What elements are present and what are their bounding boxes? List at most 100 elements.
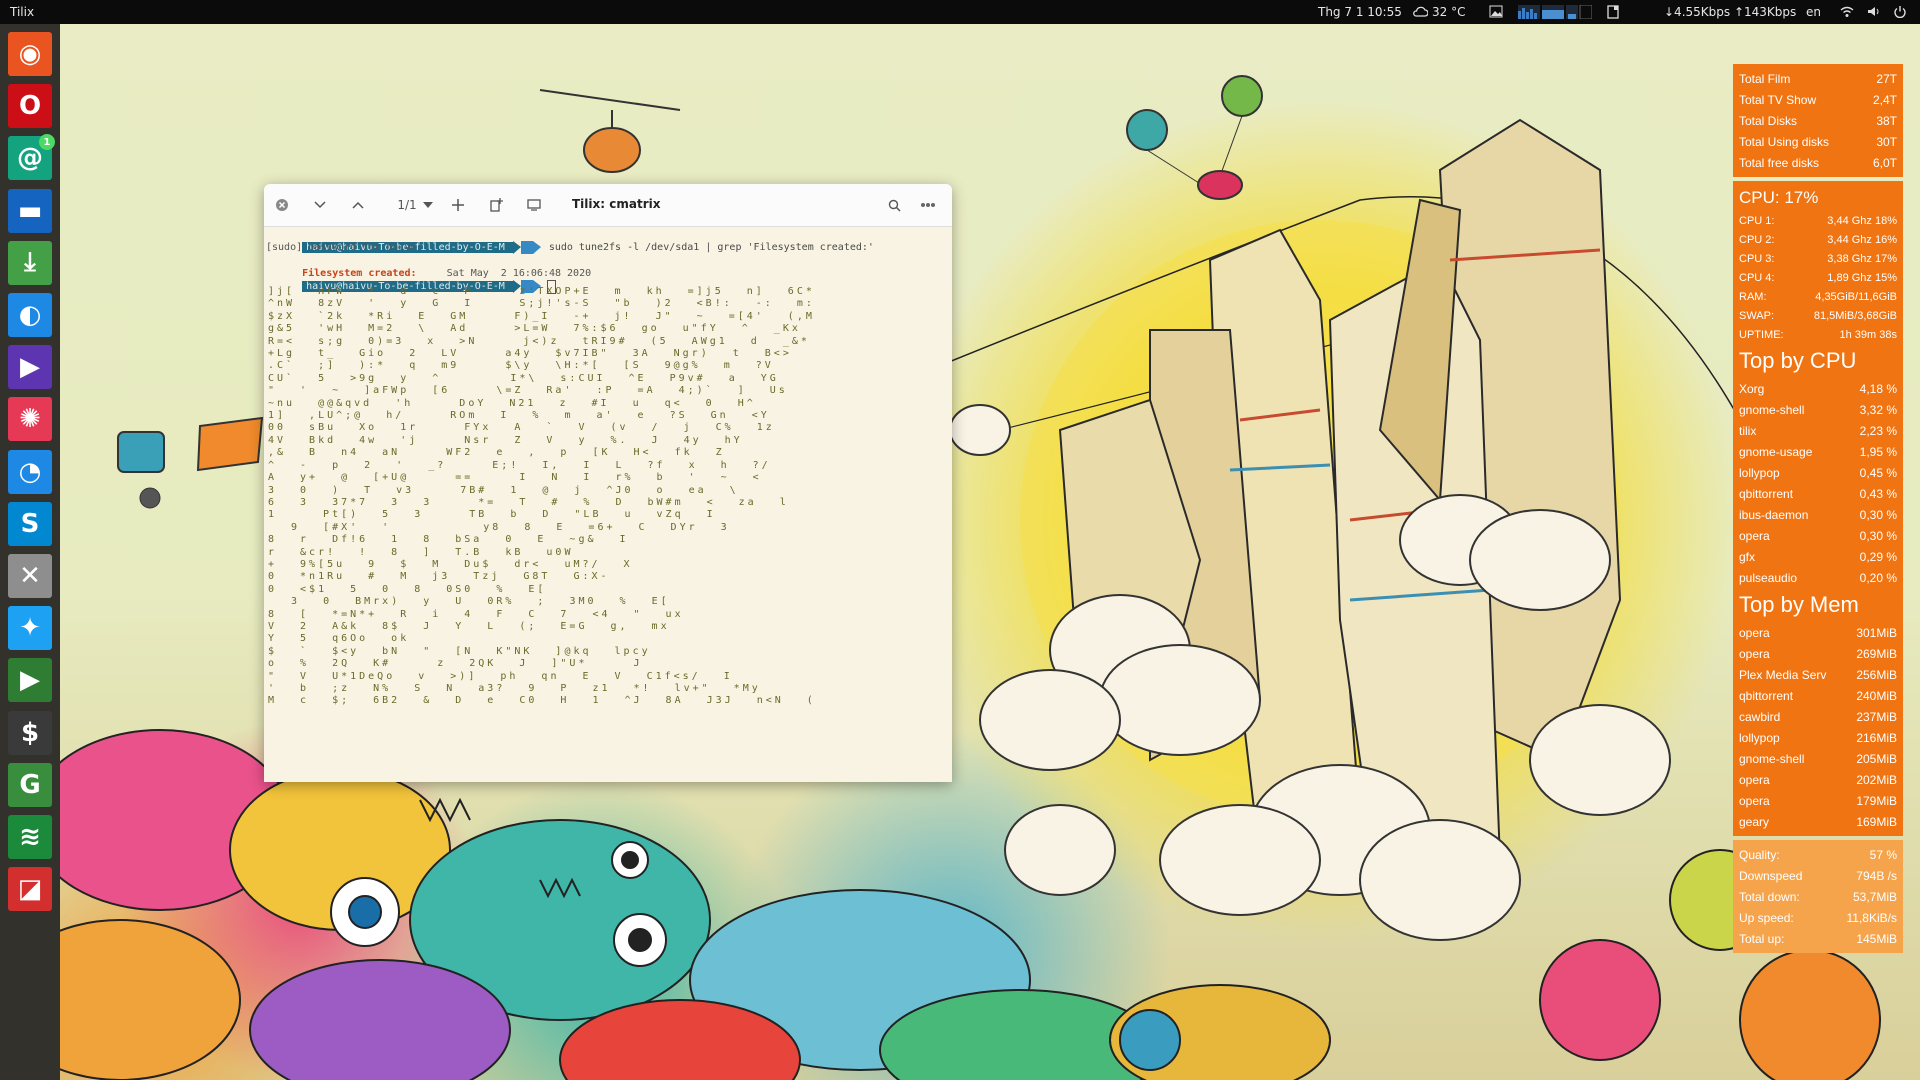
top-mem-row: cawbird 237MiB [1739,706,1897,727]
dock-skype[interactable]: S [8,501,52,546]
top-mem-row: opera 269MiB [1739,643,1897,664]
top-mem-row: opera 301MiB [1739,622,1897,643]
green-app-icon: G [19,769,41,800]
cpu-core-row-label: CPU 3: [1739,252,1775,265]
top-mem-row-label: gnome-shell [1739,751,1805,766]
disk-row-value: 27T [1876,71,1897,86]
disk-row-label: Total TV Show [1739,92,1817,107]
close-icon[interactable] [272,196,292,214]
top-cpu-row-label: ibus-daemon [1739,507,1809,522]
top-cpu-row-label: tilix [1739,423,1757,438]
sys-stat-row: RAM: 4,35GiB/11,6GiB [1739,287,1897,306]
top-cpu-row-label: gnome-shell [1739,402,1805,417]
session-switcher[interactable]: 1/1 [390,196,440,214]
top-cpu-row-label: gnome-usage [1739,444,1813,459]
top-cpu-row-label: lollypop [1739,465,1780,480]
top-cpu-row: gnome-usage 1,95 % [1739,441,1897,462]
network-panel: Quality: 57 % Downspeed 794B /s Total down: 5… [1733,840,1903,953]
top-cpu-row-label: qbittorrent [1739,486,1794,501]
dock-files[interactable]: ▬ [8,188,52,233]
top-cpu-row: pulseaudio 0,20 % [1739,567,1897,588]
dock-pinwheel-app[interactable]: ✺ [8,397,52,442]
top-mem-row-label: Plex Media Serv [1739,667,1827,682]
disk-row: Total Film 27T [1739,68,1897,89]
dock-twitter[interactable]: ✦ [8,606,52,651]
dock-ubuntu-software[interactable]: ◉ [8,32,52,76]
cpu-core-row: CPU 4: 1,89 Ghz 15% [1739,268,1897,287]
image-viewer-icon[interactable] [1489,5,1503,18]
command-text: sudo tune2fs -l /dev/sda1 | grep 'Filesy… [548,242,874,253]
sys-stat-row: UPTIME: 1h 39m 38s [1739,325,1897,344]
top-mem-row-label: opera [1739,772,1770,787]
top-mem-row-value: 216MiB [1856,730,1897,745]
keyboard-layout[interactable]: en [1806,5,1821,19]
clipboard-icon[interactable] [1607,5,1621,19]
dock-media-player[interactable]: ▶ [8,345,52,390]
network-row: Total up: 145MiB [1739,928,1897,949]
add-session-icon[interactable] [448,196,468,214]
conky-system-monitor: Total Film 27T Total TV Show 2,4T Total Disk… [1733,64,1903,957]
network-row-label: Total up: [1739,931,1785,946]
volume-icon[interactable] [1866,5,1880,18]
red-app-icon: ◪ [17,874,43,905]
chevron-down-icon[interactable] [310,196,330,214]
top-cpu-row-value: 0,29 % [1859,549,1897,564]
network-row-label: Total down: [1739,889,1800,904]
top-mem-row-value: 237MiB [1856,709,1897,724]
top-mem-row: qbittorrent 240MiB [1739,685,1897,706]
top-mem-row: lollypop 216MiB [1739,727,1897,748]
split-right-icon[interactable] [486,196,506,214]
network-row: Quality: 57 % [1739,844,1897,865]
weather-temp[interactable]: 32 °C [1432,5,1465,19]
clock[interactable]: Thg 7 1 10:55 [1318,5,1402,19]
dock-opera[interactable]: O [8,84,52,129]
window-title: Tilix: cmatrix [572,197,661,211]
menu-icon[interactable] [916,196,940,214]
network-row-value: 53,7MiB [1852,889,1897,904]
wifi-icon[interactable] [1840,5,1854,18]
system-monitor-graph[interactable] [1518,4,1593,20]
cpu-core-row: CPU 3: 3,38 Ghz 17% [1739,249,1897,268]
cpu-core-row-label: CPU 4: [1739,271,1775,284]
top-mem-row: opera 202MiB [1739,769,1897,790]
network-speed[interactable]: ↓4.55Kbps ↑143Kbps [1664,5,1796,19]
dock-terminal[interactable]: $ [8,710,52,755]
chevron-up-icon[interactable] [348,196,368,214]
top-mem-header: Top by Mem [1739,592,1859,617]
tilix-window[interactable]: 1/1 Tilix: cmatrix haivu@haivu-To-be-fil… [264,184,952,782]
dock-gauge-app[interactable]: ◔ [8,449,52,494]
matrix-characters: ]j[ HFW * d c P z'TXOP+E m kh =]j5 n] 6C… [268,286,816,707]
dock-red-app[interactable]: ◪ [8,867,52,912]
terminal-output[interactable]: haivu@haivu-To-be-filled-by-O-E-M sudo tu… [264,226,952,782]
dock-mail[interactable]: @1 [8,134,55,181]
sudo-prompt: [sudo] password for haivu: [266,242,423,253]
top-mem-row-label: qbittorrent [1739,688,1794,703]
top-mem-row-value: 179MiB [1856,793,1897,808]
dock-wifi-app[interactable]: ≋ [8,815,52,859]
dock-tools-app[interactable]: ✕ [8,554,52,598]
top-cpu-row: gfx 0,29 % [1739,546,1897,567]
disk-row-label: Total Using disks [1739,134,1830,149]
result-line: Filesystem created: Sat May 2 16:06:48 2… [266,254,591,279]
top-cpu-row: tilix 2,23 % [1739,420,1897,441]
top-cpu-row-value: 0,30 % [1859,528,1897,543]
dock-green-app[interactable]: G [8,762,52,807]
network-row-value: 11,8KiB/s [1846,910,1897,925]
top-mem-row-label: opera [1739,793,1770,808]
power-icon[interactable] [1893,5,1907,19]
cpu-core-row-label: CPU 2: [1739,233,1775,246]
media-player-icon: ▶ [20,352,40,383]
top-cpu-row: qbittorrent 0,43 % [1739,483,1897,504]
top-cpu-row-value: 0,45 % [1859,465,1897,480]
search-icon[interactable] [884,196,904,214]
network-row-value: 794B /s [1856,868,1897,883]
title-bar[interactable]: 1/1 Tilix: cmatrix [264,184,952,227]
split-down-icon[interactable] [524,196,544,214]
dock-video-app[interactable]: ▶ [8,658,52,703]
dock-toggle-app[interactable]: ◐ [8,293,52,337]
active-app-name[interactable]: Tilix [10,5,34,19]
session-counter: 1/1 [397,198,417,212]
dock-downloader[interactable]: ⤓ [8,240,52,285]
pinwheel-app-icon: ✺ [19,404,41,435]
top-mem-row: opera 179MiB [1739,790,1897,811]
